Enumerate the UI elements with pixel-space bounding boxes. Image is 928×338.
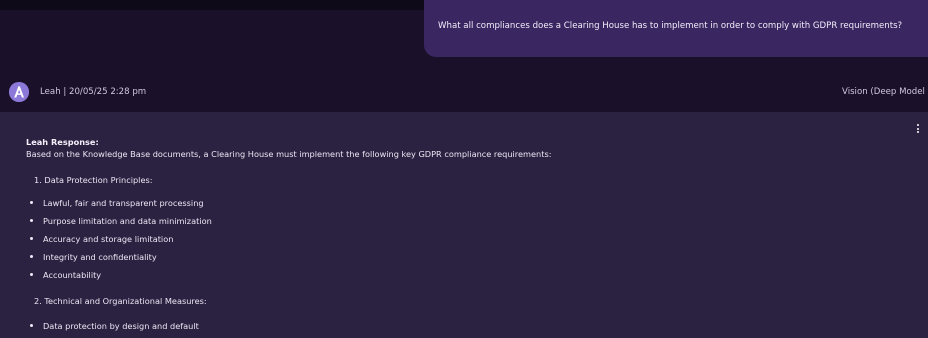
- bullet-icon: [30, 273, 33, 276]
- bullet-icon: [30, 324, 33, 327]
- list-item-text: Accountability: [43, 270, 102, 280]
- response-panel: Leah Response: Based on the Knowledge Ba…: [0, 112, 928, 338]
- chat-window: What all compliances does a Clearing Hou…: [0, 0, 928, 338]
- list-item-text: Data protection by design and default: [43, 321, 199, 331]
- agent-header: Leah | 20/05/25 2:28 pm Vision (Deep Mod…: [0, 76, 928, 110]
- list-item-text: Purpose limitation and data minimization: [43, 216, 212, 226]
- bullet-icon: [30, 237, 33, 240]
- model-selector[interactable]: Vision (Deep Model: [842, 87, 925, 97]
- list-item: Integrity and confidentiality: [30, 252, 157, 262]
- section-heading: 1. Data Protection Principles:: [34, 175, 153, 185]
- response-title: Leah Response:: [26, 137, 99, 147]
- list-item: Data protection by design and default: [30, 321, 199, 331]
- response-intro: Based on the Knowledge Base documents, a…: [26, 149, 552, 159]
- section-heading: 2. Technical and Organizational Measures…: [34, 296, 207, 306]
- bullet-icon: [30, 201, 33, 204]
- list-item-text: Integrity and confidentiality: [43, 252, 157, 262]
- more-options-icon[interactable]: [915, 124, 921, 136]
- user-message-text: What all compliances does a Clearing Hou…: [438, 21, 903, 31]
- list-item: Accuracy and storage limitation: [30, 234, 173, 244]
- list-item: Accountability: [30, 270, 101, 280]
- agent-meta: Leah | 20/05/25 2:28 pm: [40, 87, 147, 97]
- list-item: Lawful, fair and transparent processing: [30, 198, 204, 208]
- user-message-bubble: What all compliances does a Clearing Hou…: [424, 0, 928, 57]
- assistant-logo-icon: [9, 82, 29, 102]
- list-item-text: Lawful, fair and transparent processing: [43, 198, 204, 208]
- list-item: Purpose limitation and data minimization: [30, 216, 212, 226]
- bullet-icon: [30, 255, 33, 258]
- list-item-text: Accuracy and storage limitation: [43, 234, 174, 244]
- bullet-icon: [30, 219, 33, 222]
